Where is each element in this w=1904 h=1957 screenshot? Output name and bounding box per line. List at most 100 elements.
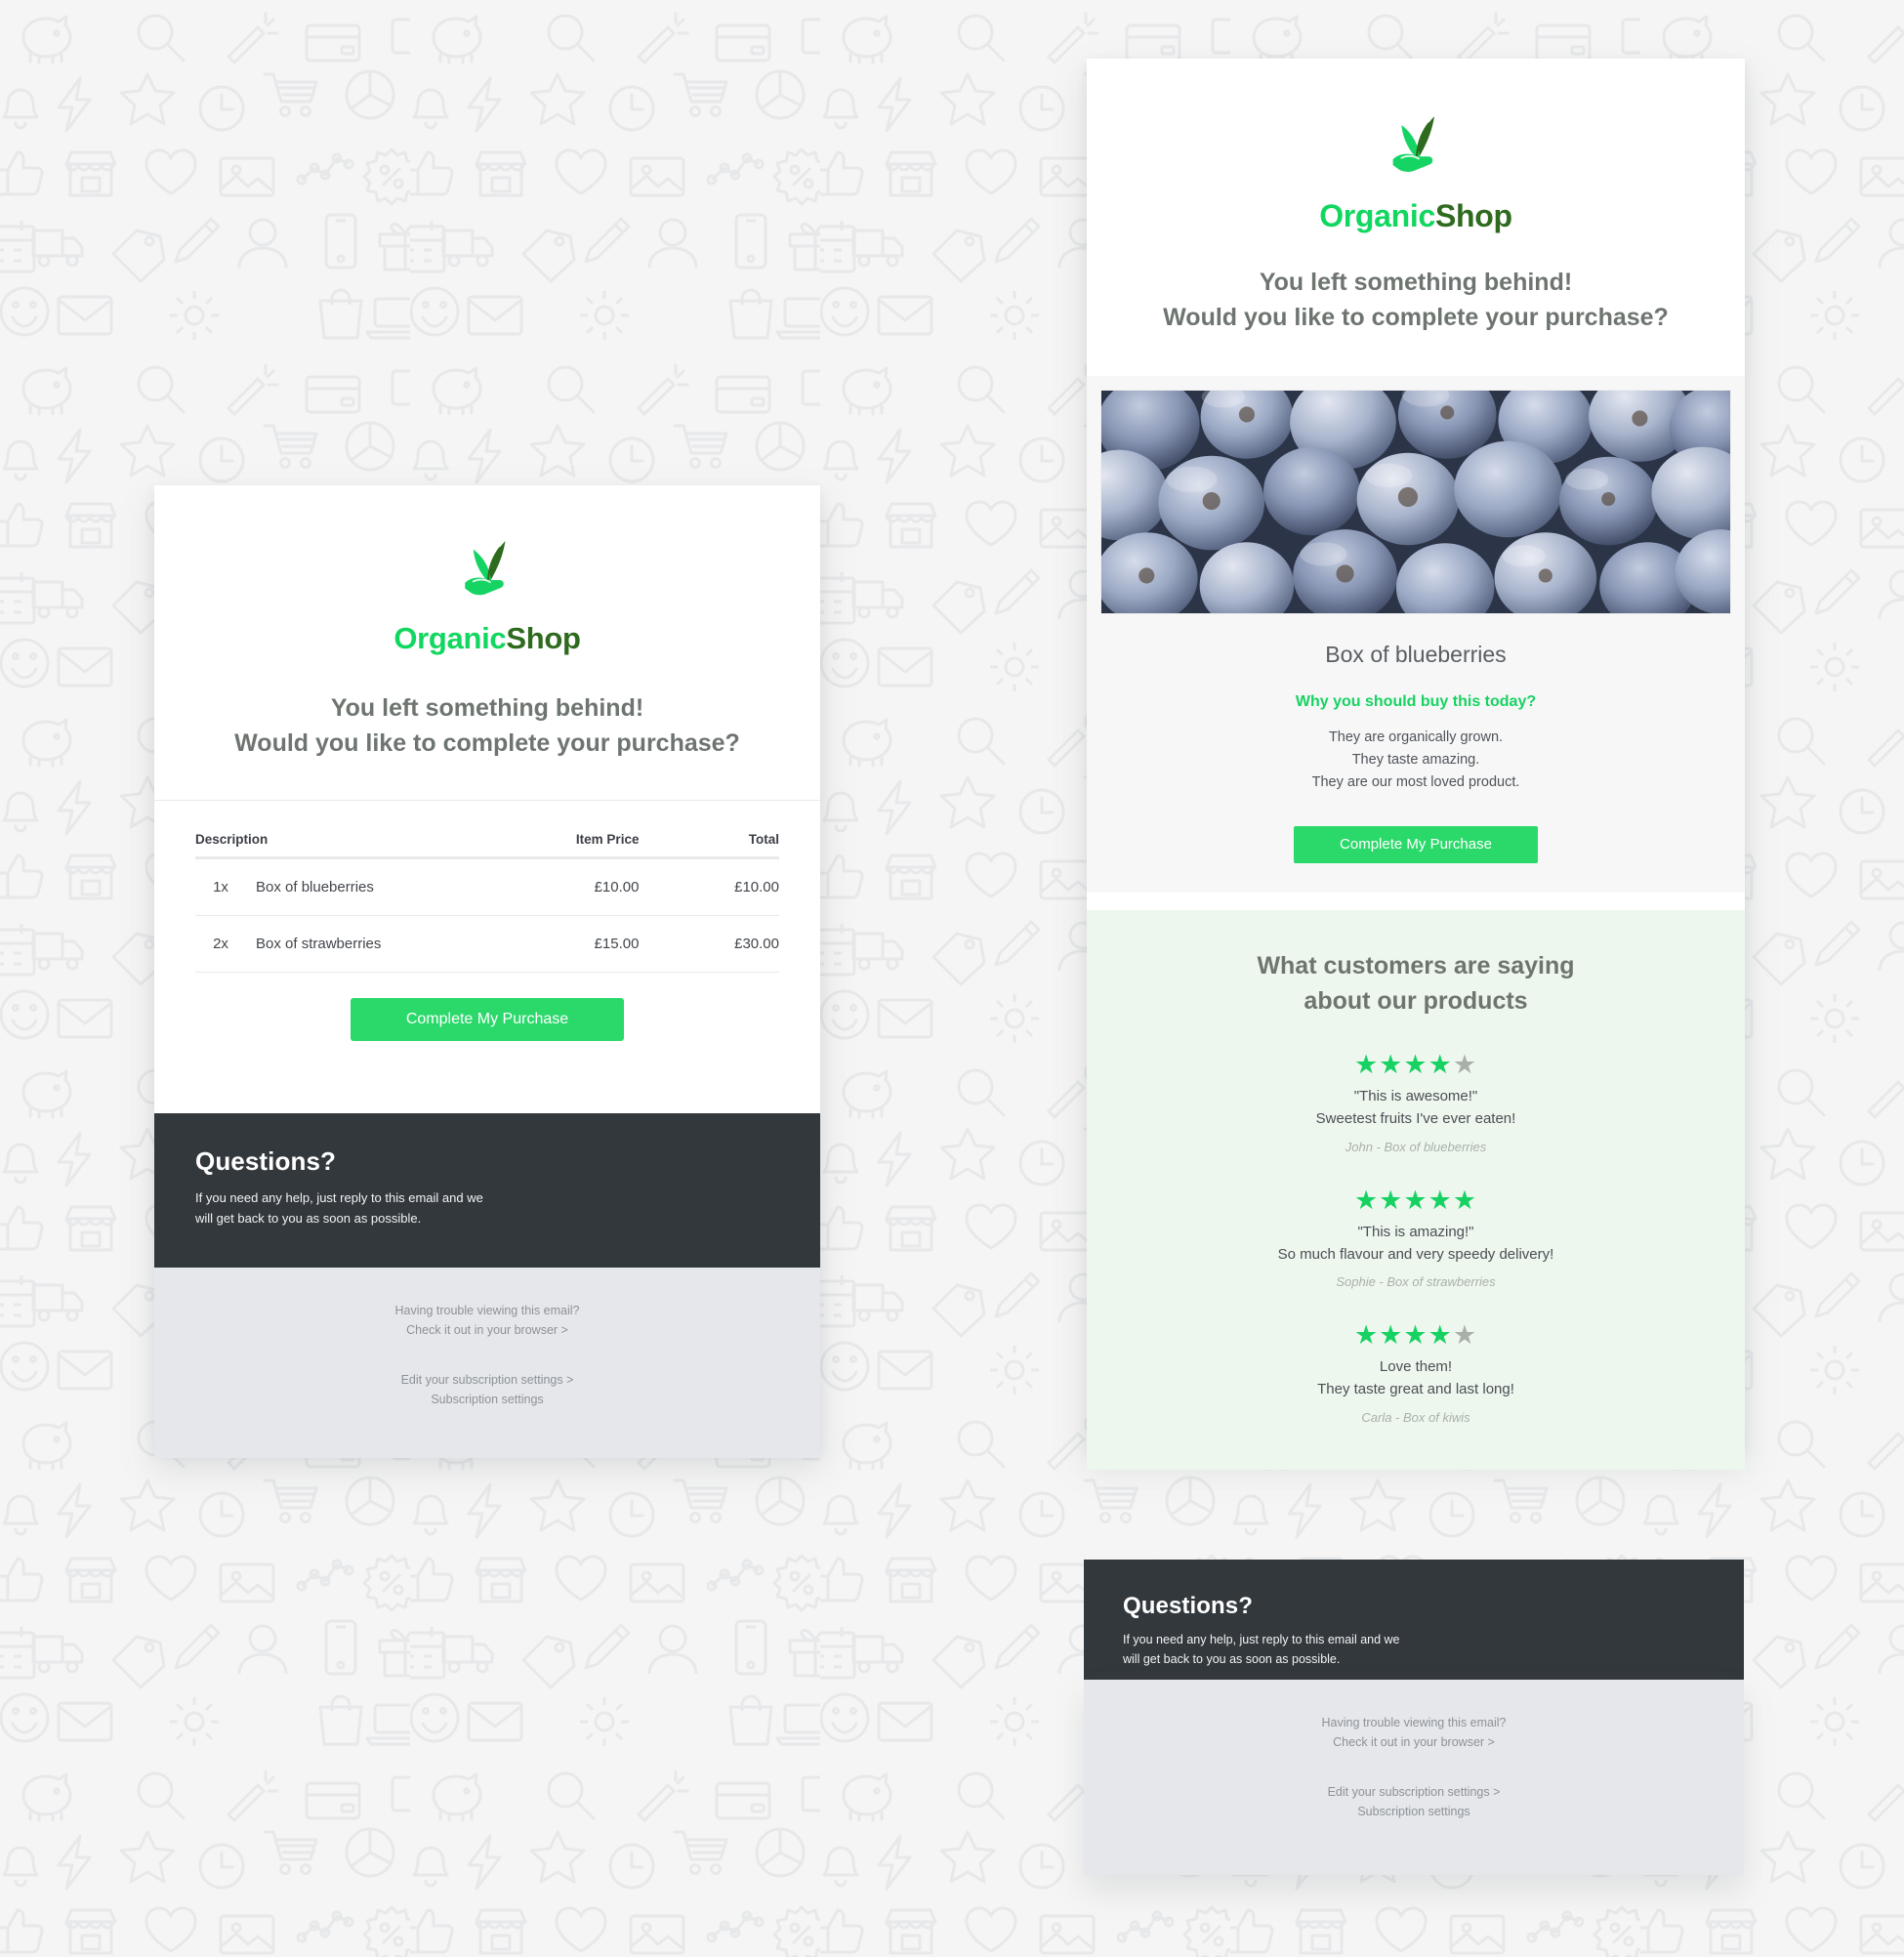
order-item-name: Box of blueberries (256, 879, 374, 895)
complete-purchase-button[interactable]: Complete My Purchase (351, 998, 624, 1041)
review-text-line-1: Love them! (1379, 1358, 1453, 1376)
brand-logo-left: OrganicShop (184, 534, 791, 656)
header-total: Total (639, 818, 779, 859)
order-item-price: £10.00 (487, 857, 640, 916)
review-text-line-2: Sweetest fruits I've ever eaten! (1315, 1110, 1516, 1128)
customer-reviews-panel: What customers are saying about our prod… (1087, 910, 1745, 1471)
questions-title: Questions? (195, 1146, 337, 1176)
review-text-line-2: So much flavour and very speedy delivery… (1277, 1245, 1554, 1263)
questions-body-line-1: If you need any help, just reply to this… (195, 1190, 483, 1205)
list-item: ★★★★★ "This is awesome!" Sweetest fruits… (1126, 1052, 1706, 1154)
complete-purchase-button[interactable]: Complete My Purchase (1294, 826, 1538, 864)
headline-line-1: You left something behind! (1259, 269, 1573, 296)
star-icon: ★ (1353, 1185, 1380, 1215)
table-header-row: Description Item Price Total (195, 818, 779, 859)
plant-in-hand-icon (452, 534, 522, 606)
product-benefit-3: They are our most loved product. (1311, 773, 1520, 790)
table-row: 1x Box of blueberries £10.00 £10.00 (195, 857, 779, 916)
order-item-quantity: 2x (213, 936, 228, 952)
footer-gap (174, 1341, 801, 1370)
product-subheadline: Why you should buy this today? (1295, 693, 1537, 710)
headline-line-1: You left something behind! (330, 694, 644, 722)
headline-line-2: Would you like to complete your purchase… (1163, 303, 1669, 331)
order-table: Description Item Price Total 1x Box of bl… (195, 818, 779, 973)
questions-body: If you need any help, just reply to this… (195, 1187, 779, 1228)
star-rating: ★★★★★ (1126, 1187, 1706, 1214)
brand-word-shop: Shop (1435, 198, 1512, 233)
view-in-browser-link[interactable]: Check it out in your browser > (174, 1320, 801, 1340)
review-text-line-1: "This is awesome!" (1353, 1088, 1478, 1105)
blueberries-photo (1100, 390, 1731, 614)
product-benefit-2: They taste amazing. (1351, 751, 1480, 768)
cta-wrapper-left: Complete My Purchase (154, 973, 820, 1078)
plant-in-hand-icon (1380, 109, 1452, 184)
list-item: ★★★★★ "This is amazing!" So much flavour… (1126, 1187, 1706, 1290)
review-text: "This is awesome!" Sweetest fruits I've … (1126, 1086, 1706, 1131)
star-icon: ★ (1379, 1050, 1404, 1080)
table-row: 2x Box of strawberries £15.00 £30.00 (195, 915, 779, 973)
view-in-browser-link[interactable]: Check it out in your browser > (1103, 1732, 1724, 1752)
star-rating: ★★★★★ (1126, 1052, 1706, 1078)
review-text-line-2: They taste great and last long! (1317, 1381, 1514, 1398)
star-rating: ★★★★★ (1126, 1322, 1706, 1349)
header-description: Description (195, 818, 487, 859)
star-icon: ★ (1452, 1050, 1478, 1080)
review-author: Carla - Box of kiwis (1361, 1410, 1470, 1426)
review-author: John - Box of blueberries (1345, 1139, 1487, 1154)
headline-left: You left something behind! Would you lik… (184, 691, 791, 761)
list-item: ★★★★★ Love them! They taste great and la… (1126, 1322, 1706, 1425)
order-item-name: Box of strawberries (256, 936, 382, 952)
gray-footer-right: Having trouble viewing this email? Check… (1084, 1680, 1744, 1875)
questions-body-line-2: will get back to you as soon as possible… (1123, 1652, 1341, 1667)
order-summary-section: Description Item Price Total 1x Box of bl… (154, 800, 820, 973)
brand-logo-right: OrganicShop (1116, 109, 1716, 234)
product-panel: Box of blueberries Why you should buy th… (1087, 376, 1745, 894)
star-icon: ★ (1379, 1320, 1404, 1351)
star-icon: ★ (1452, 1320, 1478, 1351)
review-author: Sophie - Box of strawberries (1336, 1274, 1496, 1290)
panel-gap (1087, 893, 1745, 911)
order-item-total: £30.00 (639, 915, 779, 973)
star-icon: ★ (1428, 1320, 1453, 1351)
reviews-title-line-1: What customers are saying (1257, 952, 1575, 980)
star-icon: ★ (1353, 1320, 1380, 1351)
reviews-title: What customers are saying about our prod… (1126, 949, 1706, 1019)
brand-wordmark: OrganicShop (184, 621, 791, 656)
gray-footer-left: Having trouble viewing this email? Check… (154, 1268, 820, 1459)
order-item-description: 1x Box of blueberries (195, 857, 487, 916)
left-white-spacer (154, 1078, 820, 1113)
order-item-total: £10.00 (639, 857, 779, 916)
order-item-price: £15.00 (487, 915, 640, 973)
right-header-block: OrganicShop You left something behind! W… (1087, 59, 1745, 376)
reviews-title-line-2: about our products (1304, 986, 1528, 1015)
left-header-block: OrganicShop You left something behind! W… (154, 485, 820, 800)
brand-word-organic: Organic (1319, 198, 1436, 233)
questions-title: Questions? (1123, 1593, 1254, 1619)
brand-word-shop: Shop (506, 621, 581, 655)
star-icon: ★ (1379, 1185, 1404, 1215)
questions-band-left: Questions? If you need any help, just re… (154, 1113, 820, 1269)
star-icon: ★ (1353, 1050, 1380, 1080)
questions-body-line-1: If you need any help, just reply to this… (1123, 1633, 1400, 1646)
edit-subscription-link[interactable]: Edit your subscription settings > (1103, 1782, 1724, 1802)
star-icon: ★ (1403, 1320, 1428, 1351)
star-icon: ★ (1428, 1185, 1453, 1215)
order-item-description: 2x Box of strawberries (195, 915, 487, 973)
review-text: "This is amazing!" So much flavour and v… (1126, 1222, 1706, 1267)
review-text: Love them! They taste great and last lon… (1126, 1356, 1706, 1401)
email-card-left: OrganicShop You left something behind! W… (154, 485, 820, 1459)
brand-wordmark: OrganicShop (1116, 198, 1716, 234)
star-icon: ★ (1403, 1050, 1428, 1080)
edit-subscription-link[interactable]: Edit your subscription settings > (174, 1370, 801, 1390)
footer-gap (1103, 1753, 1724, 1782)
review-text-line-1: "This is amazing!" (1357, 1223, 1474, 1240)
star-icon: ★ (1428, 1050, 1453, 1080)
product-benefit-1: They are organically grown. (1328, 729, 1504, 745)
star-icon: ★ (1452, 1185, 1478, 1215)
email-card-right: OrganicShop You left something behind! W… (1087, 59, 1745, 1471)
subscription-settings-link[interactable]: Subscription settings (174, 1390, 801, 1409)
brand-word-organic: Organic (393, 621, 507, 655)
subscription-settings-link[interactable]: Subscription settings (1103, 1802, 1724, 1821)
questions-body: If you need any help, just reply to this… (1123, 1630, 1705, 1670)
star-icon: ★ (1403, 1185, 1428, 1215)
